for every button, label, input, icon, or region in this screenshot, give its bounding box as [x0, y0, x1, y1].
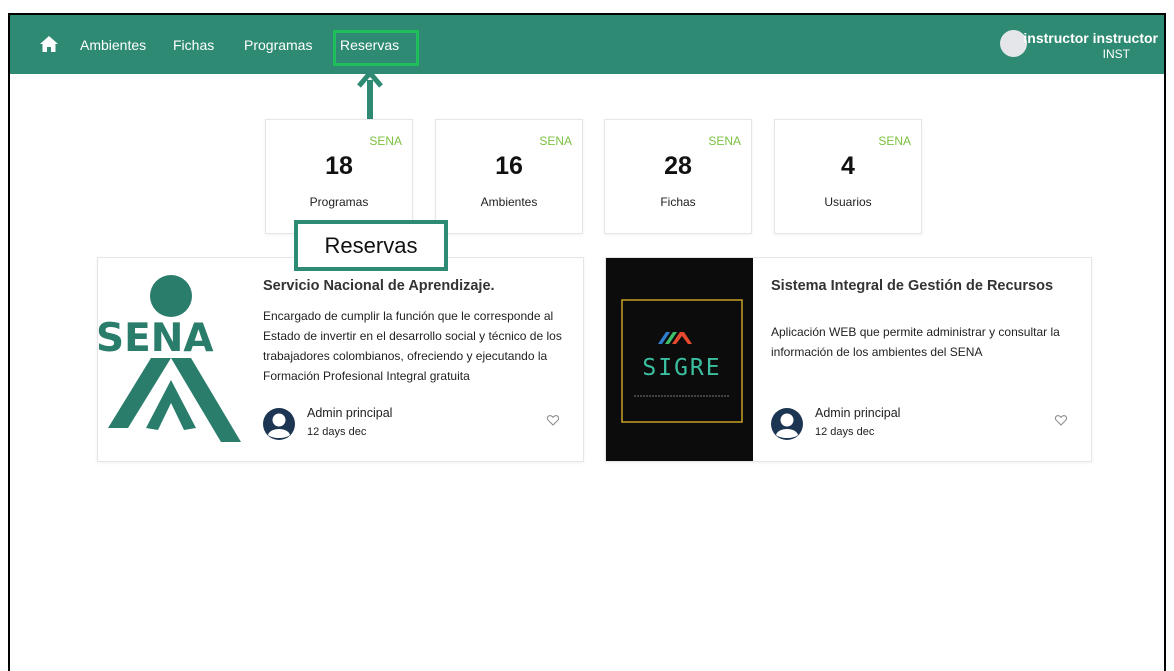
annotation-callout: Reservas [294, 220, 448, 271]
author-avatar-icon [771, 408, 803, 440]
user-name[interactable]: instructor instructor [1023, 30, 1158, 46]
app-frame: Ambientes Fichas Programas Reservas inst… [8, 13, 1166, 671]
card-date: 12 days dec [307, 426, 367, 438]
card-title: Servicio Nacional de Aprendizaje. [263, 278, 495, 294]
stat-card-programas[interactable]: SENA 18 Programas [265, 119, 413, 234]
stat-label: Fichas [660, 195, 696, 209]
card-body: Sistema Integral de Gestión de Recursos … [771, 258, 1077, 461]
stat-value: 18 [325, 152, 353, 180]
stat-value: 28 [664, 152, 692, 180]
stat-label: Programas [309, 195, 369, 209]
sena-logo: SENA [98, 258, 245, 461]
arrow-up-icon [357, 69, 383, 88]
stat-card-usuarios[interactable]: SENA 4 Usuarios [774, 119, 922, 234]
stat-value: 4 [841, 152, 855, 180]
card-text: Encargado de cumplir la función que le c… [263, 309, 562, 383]
nav-fichas[interactable]: Fichas [173, 37, 214, 53]
stat-tag: SENA [369, 134, 402, 148]
card-author: Admin principal [307, 406, 393, 420]
heart-icon[interactable] [547, 415, 559, 426]
card-text: Aplicación WEB que permite administrar y… [771, 325, 1060, 359]
card-title: Sistema Integral de Gestión de Recursos [771, 278, 1054, 294]
stat-tag: SENA [539, 134, 572, 148]
stat-card-ambientes[interactable]: SENA 16 Ambientes [435, 119, 583, 234]
svg-text:SIGRE: SIGRE [642, 355, 721, 381]
info-card-sena[interactable]: SENA Servicio Nacional de Aprendizaje. E… [97, 257, 584, 462]
author-avatar-icon [263, 408, 295, 440]
stat-tag: SENA [878, 134, 911, 148]
info-card-sigre[interactable]: SIGRE Sistema Integral de Gestión de Rec… [605, 257, 1092, 462]
card-body: Servicio Nacional de Aprendizaje. Encarg… [263, 258, 569, 461]
nav-ambientes[interactable]: Ambientes [80, 37, 146, 53]
stat-card-fichas[interactable]: SENA 28 Fichas [604, 119, 752, 234]
navbar: Ambientes Fichas Programas Reservas inst… [10, 15, 1164, 74]
card-author: Admin principal [815, 406, 901, 420]
stat-value: 16 [495, 152, 523, 180]
user-role: INST [1102, 47, 1130, 61]
card-date: 12 days dec [815, 426, 875, 438]
svg-text:SENA: SENA [98, 316, 214, 361]
stat-label: Ambientes [480, 195, 538, 209]
stat-label: Usuarios [824, 195, 872, 209]
nav-programas[interactable]: Programas [244, 37, 312, 53]
home-icon[interactable] [40, 36, 58, 52]
heart-icon[interactable] [1055, 415, 1067, 426]
reservas-highlight [333, 30, 419, 66]
sigre-logo: SIGRE [606, 258, 753, 461]
stat-tag: SENA [708, 134, 741, 148]
